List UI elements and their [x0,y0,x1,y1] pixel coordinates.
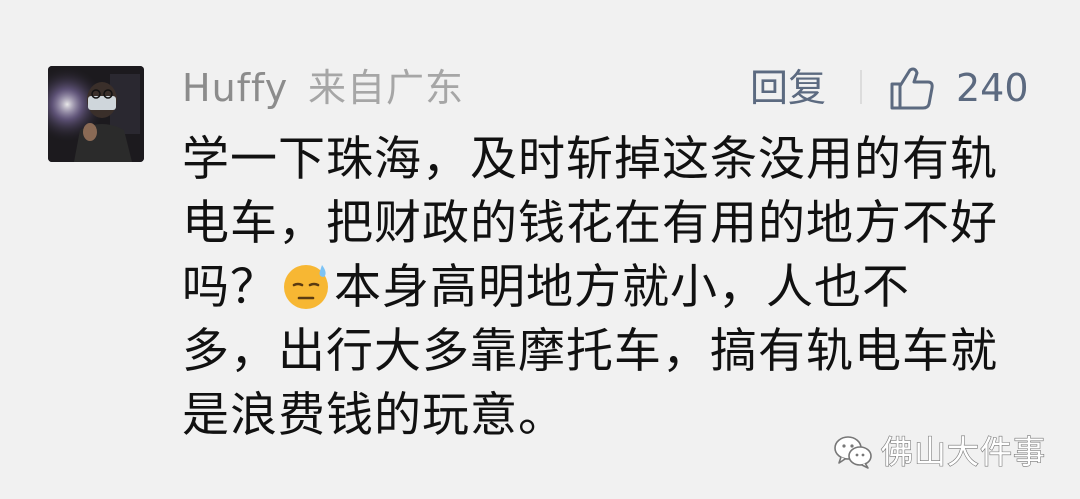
author-location: 来自广东 [308,66,465,110]
comment-line-segment: 本身高明地方就小，人也不 [334,260,910,315]
avatar-image [48,66,144,162]
reply-button[interactable]: 回复 [750,62,826,114]
watermark: 佛山大件事 [833,432,1046,472]
comment-line: 多，出行大多靠摩托车，搞有轨电车就 [182,324,998,379]
comment-line: 学一下珠海，及时斩掉这条没用的有轨 [182,132,998,187]
avatar[interactable] [48,66,144,162]
username[interactable]: Huffy [182,62,288,114]
comment-card: Huffy 来自广东 回复 240 学一下珠海，及时斩掉这条没用的有轨 电车，把… [0,0,1080,499]
sweat-face-emoji-icon [284,265,328,309]
wechat-icon [834,436,872,469]
watermark-text: 佛山大件事 [880,432,1046,471]
comment-line: 电车，把财政的钱花在有用的地方不好 [182,196,998,251]
comment-body: 学一下珠海，及时斩掉这条没用的有轨 电车，把财政的钱花在有用的地方不好 吗？ 本身… [182,128,1032,448]
comment-line-with-emoji: 吗？ 本身高明地方就小，人也不 [182,256,1032,320]
comment-line-segment: 吗？ [182,260,278,315]
thumbs-up-icon [890,67,934,110]
like-button[interactable]: 240 [888,60,1029,116]
action-divider [860,70,862,104]
like-count: 240 [956,66,1029,110]
